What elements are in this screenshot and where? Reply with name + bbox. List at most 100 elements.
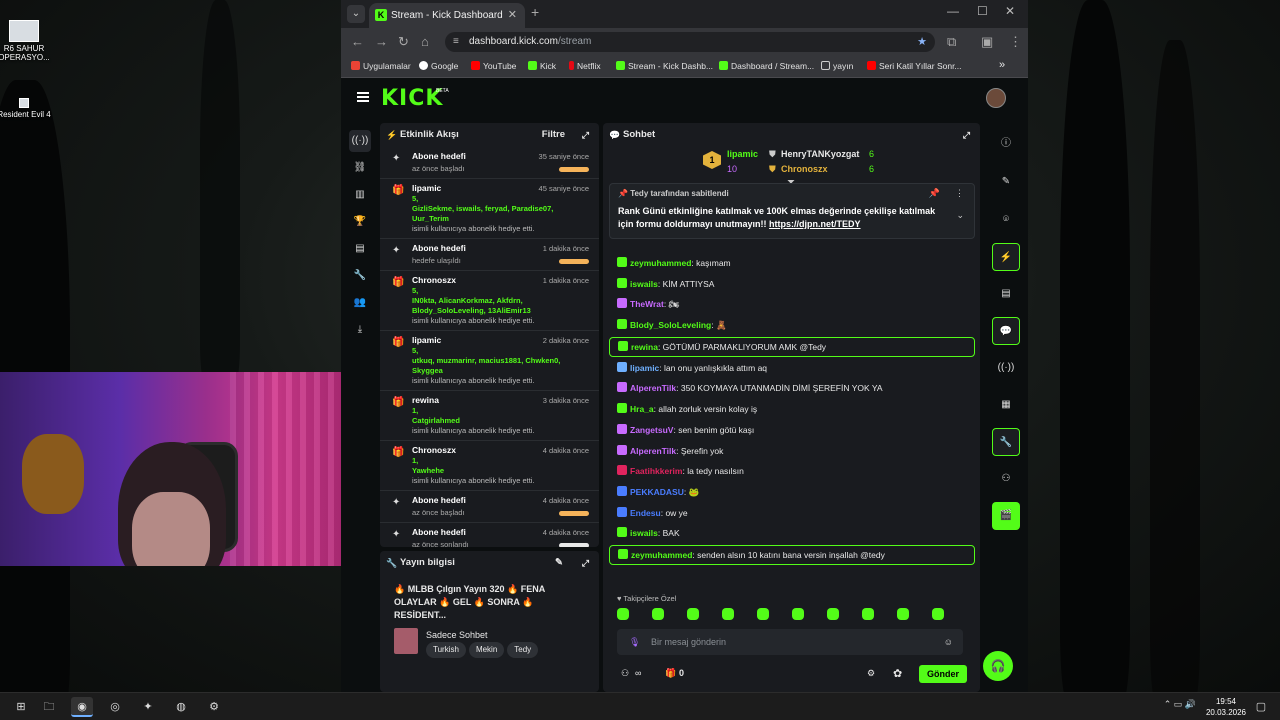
- pinned-link[interactable]: https://djpn.net/TEDY: [769, 219, 861, 229]
- activity-event[interactable]: 🎁 lipamic 45 saniye önce 5, GizliSekme, iswa…: [380, 179, 599, 239]
- chat-message[interactable]: Faatihkkerim: la tedy nasılsın: [609, 461, 975, 482]
- chat-message[interactable]: ZangetsuV: sen benim götü kaşı: [609, 420, 975, 441]
- chat-message[interactable]: rewina: GÖTÜMÜ PARMAKLIYORUM AMK @Tedy: [609, 336, 975, 357]
- maximize-button[interactable]: ☐: [977, 4, 988, 18]
- emote-icon[interactable]: [687, 608, 699, 620]
- site-info-icon[interactable]: ≡: [453, 32, 459, 52]
- download-icon[interactable]: ⤓: [349, 319, 371, 341]
- steam-icon[interactable]: ⚙: [203, 697, 225, 717]
- extensions-icon[interactable]: ⧉: [947, 34, 956, 50]
- video-icon[interactable]: ▤: [349, 238, 371, 260]
- activity-event[interactable]: 🎁 lipamic 2 dakika önce 5, utkuq, muzmarinr,…: [380, 331, 599, 391]
- clapperboard-icon[interactable]: 🎬: [992, 502, 1020, 530]
- chat-username[interactable]: TheWrat: [630, 299, 664, 309]
- users-icon[interactable]: 👥: [349, 292, 371, 314]
- profile-icon[interactable]: ▣: [981, 34, 993, 50]
- tab-search-button[interactable]: ⌄: [347, 5, 365, 23]
- leader-name[interactable]: lipamic: [727, 149, 758, 159]
- url-input[interactable]: ≡ dashboard.kick.com/stream ★: [445, 32, 935, 52]
- lightning-icon[interactable]: ⚡: [992, 243, 1020, 271]
- close-tab-icon[interactable]: ✕: [508, 3, 517, 28]
- chat-username[interactable]: AlperenTilk: [630, 383, 676, 393]
- activity-event[interactable]: 🎁 rewina 3 dakika önce 1, Catgirlahmed isimli…: [380, 391, 599, 441]
- chat-message[interactable]: iswails: BAK: [609, 523, 975, 544]
- chat-username[interactable]: rewina: [631, 342, 658, 352]
- chat-message[interactable]: AlperenTilk: Şerefin yok: [609, 441, 975, 462]
- chat-username[interactable]: zeymuhammed: [630, 258, 691, 268]
- trophy-icon[interactable]: 🏆: [349, 211, 371, 233]
- activity-event[interactable]: 🎁 Chronoszx 4 dakika önce 1, Yawhehe isimli k…: [380, 441, 599, 491]
- chat-message[interactable]: lipamic: lan onu yanlışkıkla attım aq: [609, 358, 975, 379]
- kick-logo[interactable]: KICK: [381, 86, 443, 111]
- wrench-icon[interactable]: 🔧: [349, 265, 371, 287]
- send-button[interactable]: Gönder: [918, 665, 967, 683]
- popout-icon[interactable]: ⤢: [963, 123, 970, 147]
- emote-icon[interactable]: [932, 608, 944, 620]
- minimize-button[interactable]: —: [947, 4, 959, 18]
- chat-message[interactable]: AlperenTilk: 350 KOYMAYA UTANMADİN DİMİ …: [609, 378, 975, 399]
- menu-icon[interactable]: ⋮: [1009, 34, 1022, 50]
- microphone-icon[interactable]: 🎙: [629, 629, 640, 655]
- activity-event[interactable]: 🎁 Chronoszx 1 dakika önce 5, IN0kta, AlicanK…: [380, 271, 599, 331]
- info-icon[interactable]: ⓘ: [992, 130, 1020, 158]
- chat-message[interactable]: zeymuhammed: kaşımam: [609, 253, 975, 274]
- chat-username[interactable]: AlperenTilk: [630, 446, 676, 456]
- gift-icon[interactable]: 🎁: [665, 668, 676, 679]
- activity-event[interactable]: ✦ Abone hedefi 35 saniye önce az önce başla…: [380, 147, 599, 179]
- chat-input[interactable]: 🎙 Bir mesaj gönderin ☺: [617, 629, 963, 655]
- popout-icon[interactable]: ⤢: [582, 123, 589, 147]
- reload-button[interactable]: ↻: [398, 34, 409, 50]
- new-tab-button[interactable]: +: [531, 4, 539, 20]
- chat-username[interactable]: Blody_SoloLeveling: [630, 320, 711, 330]
- chat-username[interactable]: Endesu: [630, 508, 661, 518]
- analytics-icon[interactable]: ▥: [349, 184, 371, 206]
- chat-username[interactable]: Hra_a: [630, 404, 654, 414]
- leader-name[interactable]: Chronoszx: [781, 164, 828, 174]
- emote-icon[interactable]: [862, 608, 874, 620]
- camera-icon[interactable]: ⌾: [992, 206, 1020, 234]
- user-avatar[interactable]: [986, 88, 1006, 108]
- chrome-icon[interactable]: ◉: [71, 697, 93, 717]
- bookmark-seri-katil[interactable]: Seri Katil Yıllar Sonr...: [867, 61, 962, 71]
- bookmark-dashboard-stream[interactable]: Dashboard / Stream...: [719, 61, 814, 71]
- stream-icon[interactable]: ((·)): [349, 130, 371, 152]
- chat-username[interactable]: zeymuhammed: [631, 550, 692, 560]
- filter-button[interactable]: Filtre: [542, 123, 565, 147]
- emote-icon[interactable]: [897, 608, 909, 620]
- emoji-icon[interactable]: ☺: [944, 629, 953, 655]
- tab-stream-dashboard[interactable]: K Stream - Kick Dashboard ✕: [369, 3, 525, 28]
- pin-icon[interactable]: 📌: [929, 188, 940, 199]
- forward-button[interactable]: →: [375, 34, 388, 49]
- layout-icon[interactable]: ▦: [992, 391, 1020, 419]
- document-icon[interactable]: ▤: [992, 280, 1020, 308]
- chat-username[interactable]: Faatihkkerim: [630, 466, 682, 476]
- activity-event[interactable]: ✦ Abone hedefi 4 dakika önce az önce başlad…: [380, 491, 599, 523]
- activity-event[interactable]: ✦ Abone hedefi 1 dakika önce hedefe ulaşıld…: [380, 239, 599, 271]
- back-button[interactable]: ←: [351, 34, 364, 49]
- chevron-down-icon[interactable]: ⌄: [956, 210, 964, 221]
- kick-app-icon[interactable]: ✦: [137, 697, 159, 717]
- obs-icon[interactable]: ◍: [170, 697, 192, 717]
- home-button[interactable]: ⌂: [421, 34, 429, 49]
- system-tray[interactable]: ⌃ ▭ 🔊: [1164, 699, 1196, 710]
- emote-icon[interactable]: [652, 608, 664, 620]
- broadcast-icon[interactable]: ((·)): [992, 354, 1020, 382]
- leader-name[interactable]: HenryTANKyozgat: [781, 149, 859, 159]
- desktop-icon-resident-evil[interactable]: Resident Evil 4: [0, 98, 52, 119]
- discord-icon[interactable]: ◎: [104, 697, 126, 717]
- bookmark-kick-dashboard[interactable]: Stream - Kick Dashb...: [616, 61, 713, 71]
- bookmark-folder-yayin[interactable]: yayın: [821, 61, 853, 71]
- chat-bubble-icon[interactable]: 💬: [992, 317, 1020, 345]
- edit-pencil-icon[interactable]: ✎: [992, 168, 1020, 196]
- edit-pencil-icon[interactable]: ✎: [555, 551, 563, 575]
- chat-username[interactable]: PEKKADASU: [630, 487, 684, 497]
- emote-icon[interactable]: [827, 608, 839, 620]
- chat-message[interactable]: Hra_a: allah zorluk versin kolay iş: [609, 399, 975, 420]
- file-explorer-icon[interactable]: 🗀: [38, 697, 60, 717]
- start-icon[interactable]: ⊞: [10, 697, 32, 717]
- bookmark-youtube[interactable]: YouTube: [471, 61, 516, 71]
- users-icon[interactable]: ⚇: [992, 465, 1020, 493]
- link-icon[interactable]: ⛓: [349, 157, 371, 179]
- activity-event[interactable]: ✦ Abone hedefi 4 dakika önce az önce sonlan…: [380, 523, 599, 547]
- bookmark-kick[interactable]: Kick: [528, 61, 556, 71]
